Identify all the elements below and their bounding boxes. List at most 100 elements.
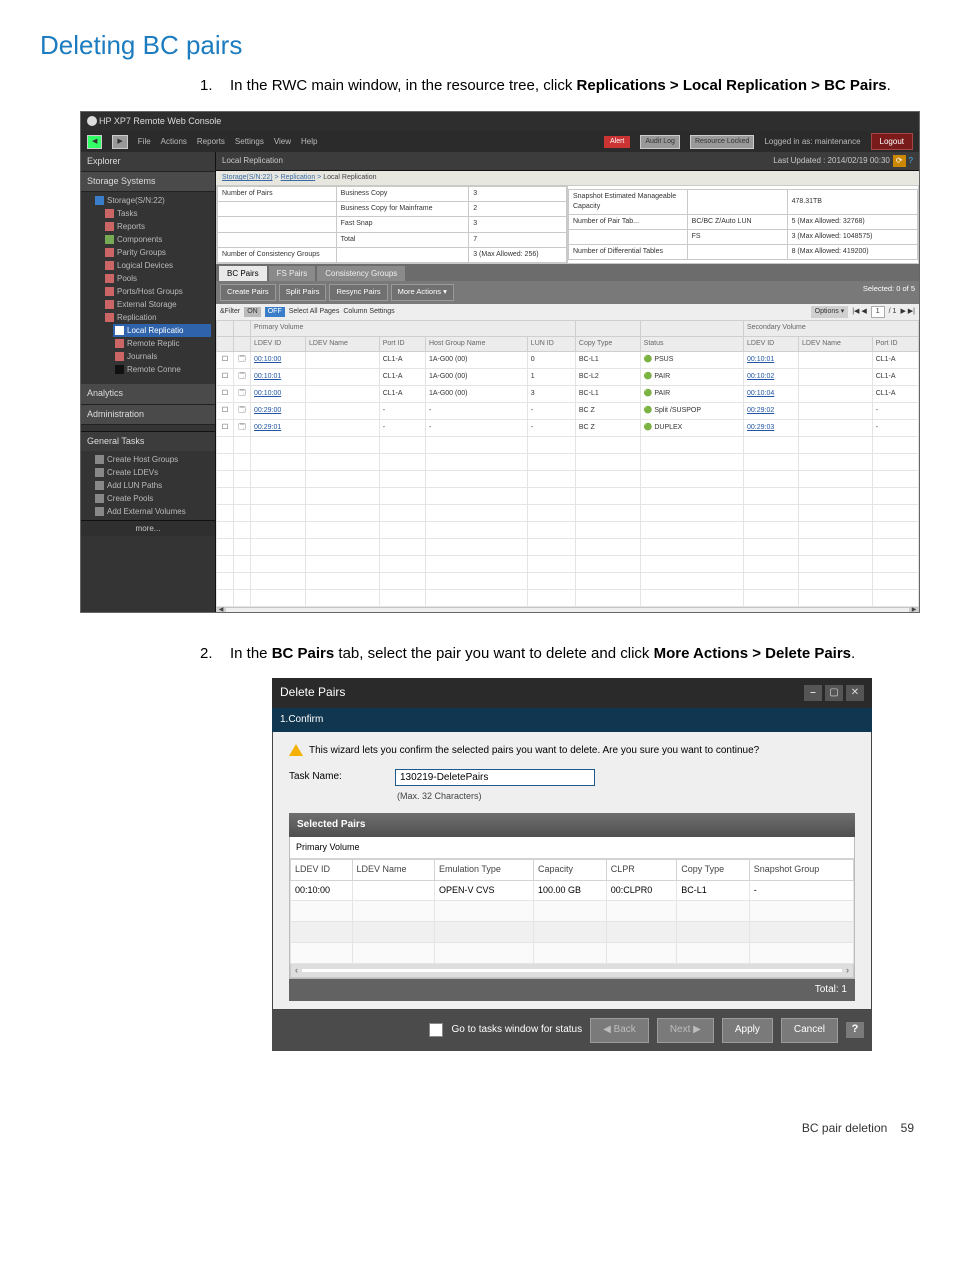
tree-item[interactable]: Journals [113,350,211,363]
tree-item[interactable]: Pools [103,272,211,285]
tree-item[interactable]: Storage(S/N:22) [93,194,211,207]
filter-on[interactable]: ON [244,307,261,317]
column-settings[interactable]: Column Settings [343,307,394,317]
auditlog-button[interactable]: Audit Log [640,135,680,149]
last-updated: Last Updated : 2014/02/19 00:30 [773,155,890,167]
page-input[interactable]: 1 [871,306,885,318]
tree-item[interactable]: External Storage [103,298,211,311]
close-icon[interactable]: ✕ [846,685,864,701]
dialog-title: Delete Pairs [280,684,345,701]
breadcrumb: Storage(S/N:22) > Replication > Local Re… [216,171,919,185]
tab-bar: BC Pairs FS Pairs Consistency Groups [216,264,919,282]
menu-file[interactable]: File [138,136,151,148]
pair-toolbar: Create Pairs Split Pairs Resync Pairs Mo… [216,281,919,304]
table-row[interactable]: ☐🗔00:29:01---BC Z🟢 DUPLEX00:29:03- [217,419,919,436]
create-pairs-button[interactable]: Create Pairs [220,284,276,301]
menu-help[interactable]: Help [301,136,317,148]
resourcelocked-button[interactable]: Resource Locked [690,135,754,149]
help-icon[interactable]: ? [909,155,913,167]
apply-button[interactable]: Apply [722,1018,773,1043]
warning-icon [289,744,303,756]
storage-systems-header: Storage Systems [81,172,215,192]
tree-item[interactable]: Tasks [103,207,211,220]
selected-label: Selected: 0 of 5 [863,284,915,301]
maximize-icon[interactable]: ▢ [825,685,843,701]
page-footer: BC pair deletion 59 [40,1121,914,1135]
minimize-icon[interactable]: ⎯ [804,685,822,701]
task-name-label: Task Name: [289,770,381,785]
more-actions-button[interactable]: More Actions ▾ [391,284,454,301]
tab-bc-pairs[interactable]: BC Pairs [219,266,267,282]
refresh-icon[interactable]: ⟳ [893,155,906,167]
general-task-item[interactable]: Create Host Groups [93,453,211,466]
general-task-item[interactable]: Add External Volumes [93,505,211,518]
menu-settings[interactable]: Settings [235,136,264,148]
tab-consistency-groups[interactable]: Consistency Groups [317,266,405,282]
resync-pairs-button[interactable]: Resync Pairs [329,284,387,301]
tab-fs-pairs[interactable]: FS Pairs [269,266,316,282]
selected-pairs-table: LDEV IDLDEV NameEmulation TypeCapacityCL… [290,859,854,963]
back-button[interactable]: ◀ Back [590,1018,649,1043]
table-row[interactable]: 00:10:00OPEN-V CVS100.00 GB00:CLPR0BC-L1… [291,880,854,900]
tree-item[interactable]: Parity Groups [103,246,211,259]
table-row[interactable]: ☐🗔00:10:00CL1-A1A-G00 (00)3BC-L1🟢 PAIR00… [217,385,919,402]
table-row[interactable]: ☐🗔00:10:01CL1-A1A-G00 (00)1BC-L2🟢 PAIR00… [217,368,919,385]
tree-item[interactable]: Ports/Host Groups [103,285,211,298]
goto-tasks-checkbox[interactable] [429,1023,443,1037]
filter-bar: &Filter ON OFF Select All Pages Column S… [216,304,919,320]
screenshot-main-window: HP XP7 Remote Web Console ◀▶ File Action… [80,111,920,613]
table-row[interactable]: ☐🗔00:29:00---BC Z🟢 Split /SUSPOP00:29:02… [217,402,919,419]
tree-item[interactable]: Local Replicatio [113,324,211,337]
crumb-local-replication: Local Replication [323,174,376,181]
logout-button[interactable]: Logout [871,133,913,151]
table-row[interactable]: ☐🗔00:10:00CL1-A1A-G00 (00)0BC-L1🟢 PSUS00… [217,351,919,368]
analytics-section[interactable]: Analytics [81,384,215,404]
administration-section[interactable]: Administration [81,405,215,425]
select-all-pages[interactable]: Select All Pages [289,307,340,317]
general-tasks-list: Create Host GroupsCreate LDEVsAdd LUN Pa… [81,451,215,520]
menu-reports[interactable]: Reports [197,136,225,148]
tree-item[interactable]: Reports [103,220,211,233]
split-pairs-button[interactable]: Split Pairs [279,284,327,301]
horizontal-scrollbar[interactable]: ◀▶ [216,607,919,612]
tree-item[interactable]: Logical Devices [103,259,211,272]
general-task-item[interactable]: Add LUN Paths [93,479,211,492]
footer-label: BC pair deletion [802,1121,887,1135]
crumb-storage[interactable]: Storage(S/N:22) [222,174,273,181]
pair-table: Primary VolumeSecondary VolumeLDEV IDLDE… [216,320,919,606]
crumb-replication[interactable]: Replication [281,174,316,181]
page-next[interactable]: ▶ ▶| [900,307,915,317]
task-name-hint: (Max. 32 Characters) [397,790,855,803]
resource-tree[interactable]: Storage(S/N:22)TasksReportsComponentsPar… [81,192,215,378]
selected-pairs-header: Selected Pairs [289,813,855,838]
task-name-input[interactable] [395,769,595,786]
footer-page: 59 [901,1121,914,1135]
dialog-help-icon[interactable]: ? [846,1022,864,1038]
filter-label[interactable]: &Filter [220,307,240,317]
filter-off[interactable]: OFF [265,307,285,317]
tree-item[interactable]: Components [103,233,211,246]
tree-item[interactable]: Replication [103,311,211,324]
general-task-item[interactable]: Create LDEVs [93,466,211,479]
tree-item[interactable]: Remote Replic [113,337,211,350]
goto-tasks-label: Go to tasks window for status [451,1023,582,1038]
general-task-item[interactable]: Create Pools [93,492,211,505]
page-prev[interactable]: |◀ ◀ [852,307,867,317]
page-total: / 1 [889,307,897,317]
more-link[interactable]: more... [81,520,215,537]
screenshot-delete-dialog: Delete Pairs ⎯ ▢ ✕ 1.Confirm This wizard… [272,678,872,1050]
explorer-header: Explorer [81,152,215,172]
summary-grid: Number of PairsBusiness Copy3Business Co… [216,185,919,264]
dialog-titlebar: Delete Pairs ⎯ ▢ ✕ [272,678,872,707]
menu-actions[interactable]: Actions [161,136,187,148]
menu-view[interactable]: View [274,136,291,148]
right-title: Local Replication [222,155,283,167]
primary-volume-group: Primary Volume [290,837,854,859]
cancel-button[interactable]: Cancel [781,1018,838,1043]
next-button[interactable]: Next ▶ [657,1018,714,1043]
alert-badge[interactable]: Alert [604,136,630,148]
options-button[interactable]: Options ▾ [811,306,849,318]
menubar: ◀▶ File Actions Reports Settings View He… [81,131,919,153]
dialog-scrollbar[interactable]: ‹› [290,964,854,978]
tree-item[interactable]: Remote Conne [113,363,211,376]
